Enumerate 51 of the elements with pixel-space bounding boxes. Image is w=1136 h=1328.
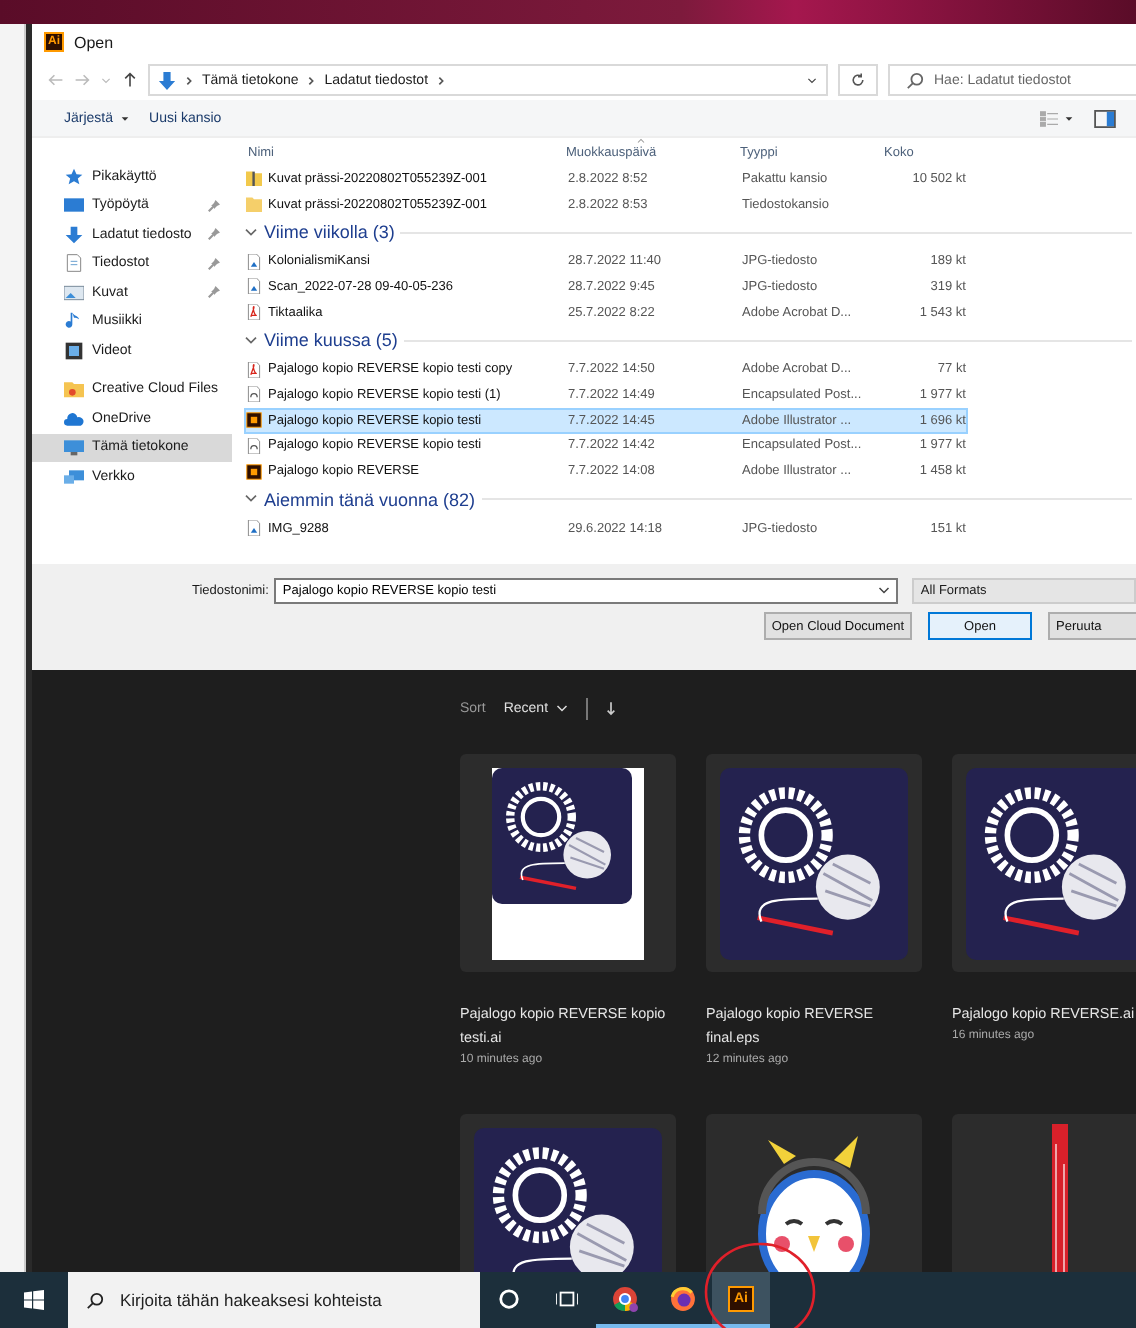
sidebar-icon bbox=[64, 409, 84, 428]
sidebar-icon bbox=[64, 167, 84, 186]
circle-icon bbox=[498, 1287, 520, 1309]
dropdown-caret-icon[interactable] bbox=[878, 585, 891, 595]
windows-logo-icon bbox=[24, 1290, 44, 1310]
taskbar-search-field[interactable]: Kirjoita tähän hakeaksesi kohteista bbox=[68, 1272, 480, 1328]
collapse-chevron-icon[interactable] bbox=[244, 335, 258, 346]
refresh-icon bbox=[850, 72, 866, 88]
group-header[interactable]: Viime kuussa (5) bbox=[264, 330, 398, 351]
browser-icon bbox=[612, 1285, 638, 1311]
preview-pane-icon[interactable] bbox=[1094, 109, 1116, 127]
file-icon bbox=[246, 304, 262, 321]
file-icon bbox=[246, 170, 262, 187]
caret-icon[interactable] bbox=[1064, 113, 1074, 123]
browser-icon bbox=[670, 1285, 696, 1311]
chevron-down-icon bbox=[556, 703, 569, 713]
sort-caret-icon bbox=[636, 138, 646, 144]
sidebar-icon bbox=[64, 467, 84, 486]
chevron-icon bbox=[436, 75, 447, 85]
caret-icon bbox=[119, 113, 130, 123]
refresh-button[interactable] bbox=[838, 64, 878, 96]
file-icon bbox=[246, 463, 262, 480]
window-title: Open bbox=[74, 33, 114, 51]
sort-direction-icon[interactable] bbox=[606, 701, 617, 715]
task-view-icon bbox=[556, 1287, 578, 1309]
file-icon bbox=[246, 412, 262, 429]
chevron-icon bbox=[306, 75, 317, 85]
pin-icon[interactable] bbox=[208, 257, 220, 270]
file-icon bbox=[246, 196, 262, 213]
download-icon bbox=[158, 71, 176, 89]
pin-icon[interactable] bbox=[208, 199, 220, 212]
chevron-icon bbox=[184, 75, 194, 85]
taskbar-search-input[interactable]: Kirjoita tähän hakeaksesi kohteista bbox=[120, 1290, 480, 1310]
search-icon bbox=[86, 1291, 104, 1309]
file-icon bbox=[246, 278, 262, 295]
search-icon bbox=[906, 71, 924, 89]
file-icon bbox=[246, 520, 262, 537]
file-icon bbox=[246, 437, 262, 454]
collapse-chevron-icon[interactable] bbox=[244, 494, 258, 505]
group-header[interactable]: Aiemmin tänä vuonna (82) bbox=[264, 489, 476, 510]
file-icon bbox=[246, 253, 262, 270]
up-icon[interactable] bbox=[122, 72, 138, 88]
dropdown-caret-icon[interactable] bbox=[806, 74, 818, 86]
file-icon bbox=[246, 386, 262, 403]
sidebar-icon bbox=[64, 380, 84, 399]
sidebar-icon bbox=[64, 438, 84, 457]
collapse-chevron-icon[interactable] bbox=[244, 227, 258, 238]
file-icon bbox=[246, 361, 262, 378]
group-header[interactable]: Viime viikolla (3) bbox=[264, 222, 395, 243]
pin-icon[interactable] bbox=[208, 228, 220, 241]
pin-icon[interactable] bbox=[208, 286, 220, 299]
